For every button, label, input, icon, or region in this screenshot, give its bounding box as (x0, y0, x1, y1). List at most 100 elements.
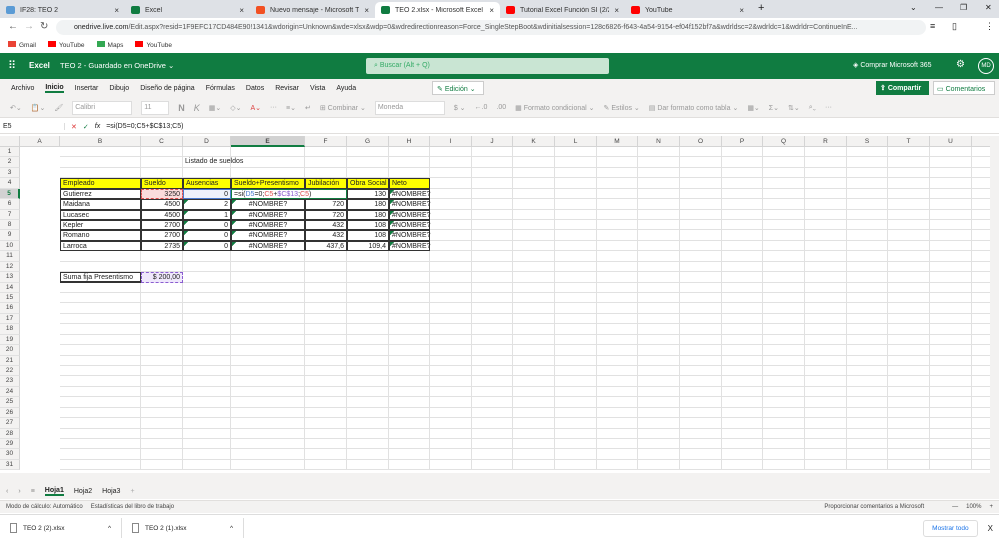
cell[interactable] (389, 147, 430, 158)
cell[interactable] (597, 188, 638, 200)
data-cell[interactable]: Larroca (60, 240, 141, 252)
cell[interactable] (305, 147, 347, 158)
cell[interactable] (472, 418, 513, 429)
cell[interactable] (972, 230, 990, 241)
cell[interactable] (680, 157, 722, 168)
cell[interactable] (763, 230, 805, 241)
menu-icon[interactable]: ⋮ (985, 21, 994, 32)
cell[interactable] (805, 251, 847, 262)
row-header-28[interactable]: 28 (0, 428, 20, 440)
cell[interactable] (472, 459, 513, 471)
cell[interactable] (972, 356, 990, 367)
ribbon-tab-fórmulas[interactable]: Fórmulas (206, 85, 235, 92)
cell[interactable] (722, 199, 763, 210)
cell[interactable] (555, 272, 597, 283)
cell[interactable] (763, 418, 805, 429)
data-cell[interactable]: 2735 (141, 240, 183, 252)
next-sheet-icon[interactable]: › (18, 488, 20, 495)
cell[interactable] (183, 418, 231, 429)
column-header-B[interactable]: B (60, 136, 141, 147)
cell[interactable] (888, 407, 930, 419)
cell[interactable] (888, 345, 930, 356)
cell[interactable] (972, 335, 990, 346)
cell[interactable] (597, 230, 638, 241)
cell[interactable] (60, 345, 141, 356)
cell[interactable] (430, 157, 472, 168)
cell[interactable] (513, 282, 555, 293)
cell[interactable] (430, 386, 472, 398)
cell[interactable] (141, 251, 183, 262)
cell[interactable] (847, 251, 888, 262)
data-cell[interactable]: 180 (347, 199, 389, 210)
cell[interactable] (972, 439, 990, 450)
cell[interactable] (389, 418, 430, 429)
cell[interactable] (305, 439, 347, 450)
cell[interactable] (638, 407, 680, 419)
cell[interactable] (888, 303, 930, 314)
data-cell[interactable]: #NOMBRE? (389, 220, 431, 231)
cell[interactable] (722, 418, 763, 429)
cell[interactable] (638, 293, 680, 304)
cell[interactable] (680, 251, 722, 262)
cell[interactable] (847, 240, 888, 252)
cell[interactable] (680, 199, 722, 210)
cell[interactable] (638, 167, 680, 179)
cell[interactable] (930, 188, 972, 200)
cell[interactable] (680, 334, 722, 346)
cell[interactable] (597, 251, 638, 262)
cell[interactable] (847, 157, 888, 168)
cell[interactable] (722, 220, 763, 231)
cell[interactable] (472, 199, 513, 210)
cell[interactable] (763, 293, 805, 304)
cell[interactable] (722, 240, 763, 252)
cell[interactable] (888, 428, 930, 440)
row-header-6[interactable]: 6 (0, 199, 20, 210)
tab-close-icon[interactable]: × (239, 6, 244, 15)
ribbon-tab-archivo[interactable]: Archivo (11, 85, 34, 92)
cell[interactable] (430, 334, 472, 346)
cell[interactable] (847, 428, 888, 440)
row-header-29[interactable]: 29 (0, 439, 20, 450)
cell[interactable] (555, 220, 597, 231)
cell[interactable] (389, 407, 430, 419)
cell[interactable] (555, 439, 597, 450)
cell[interactable] (763, 178, 805, 189)
cell[interactable] (680, 407, 722, 419)
cell[interactable] (231, 418, 305, 429)
cell[interactable] (60, 397, 141, 408)
cell[interactable] (555, 334, 597, 346)
cell[interactable] (680, 261, 722, 273)
cell[interactable] (847, 220, 888, 231)
cell[interactable] (430, 240, 472, 252)
cell[interactable] (972, 189, 990, 200)
cell[interactable] (555, 407, 597, 419)
cell[interactable] (231, 459, 305, 471)
column-header-I[interactable]: I (430, 136, 472, 147)
cell[interactable] (763, 303, 805, 314)
row-header-22[interactable]: 22 (0, 366, 20, 377)
cell[interactable] (430, 167, 472, 179)
cell[interactable] (597, 418, 638, 429)
horizontal-scrollbar[interactable] (0, 473, 990, 483)
cell[interactable] (305, 303, 347, 314)
cell[interactable] (513, 366, 555, 377)
decrease-decimal-icon[interactable]: ←.0 (475, 104, 488, 111)
row-header-1[interactable]: 1 (0, 147, 20, 158)
cell[interactable] (513, 147, 555, 158)
data-cell[interactable]: 4500 (141, 199, 183, 210)
column-header-Q[interactable]: Q (763, 136, 805, 147)
header-cell[interactable]: Jubilación (305, 178, 347, 189)
cell[interactable] (805, 366, 847, 377)
cell[interactable] (555, 376, 597, 387)
cell[interactable] (805, 324, 847, 335)
cell[interactable] (930, 282, 972, 293)
cell[interactable] (389, 345, 430, 356)
cell[interactable] (231, 334, 305, 346)
cell[interactable] (680, 147, 722, 158)
feedback-link[interactable]: Proporcionar comentarios a Microsoft (824, 504, 924, 510)
cell[interactable] (805, 345, 847, 356)
data-cell[interactable]: Lucasec (60, 209, 141, 220)
cell[interactable] (930, 355, 972, 367)
cell[interactable] (513, 386, 555, 398)
cell[interactable] (847, 366, 888, 377)
